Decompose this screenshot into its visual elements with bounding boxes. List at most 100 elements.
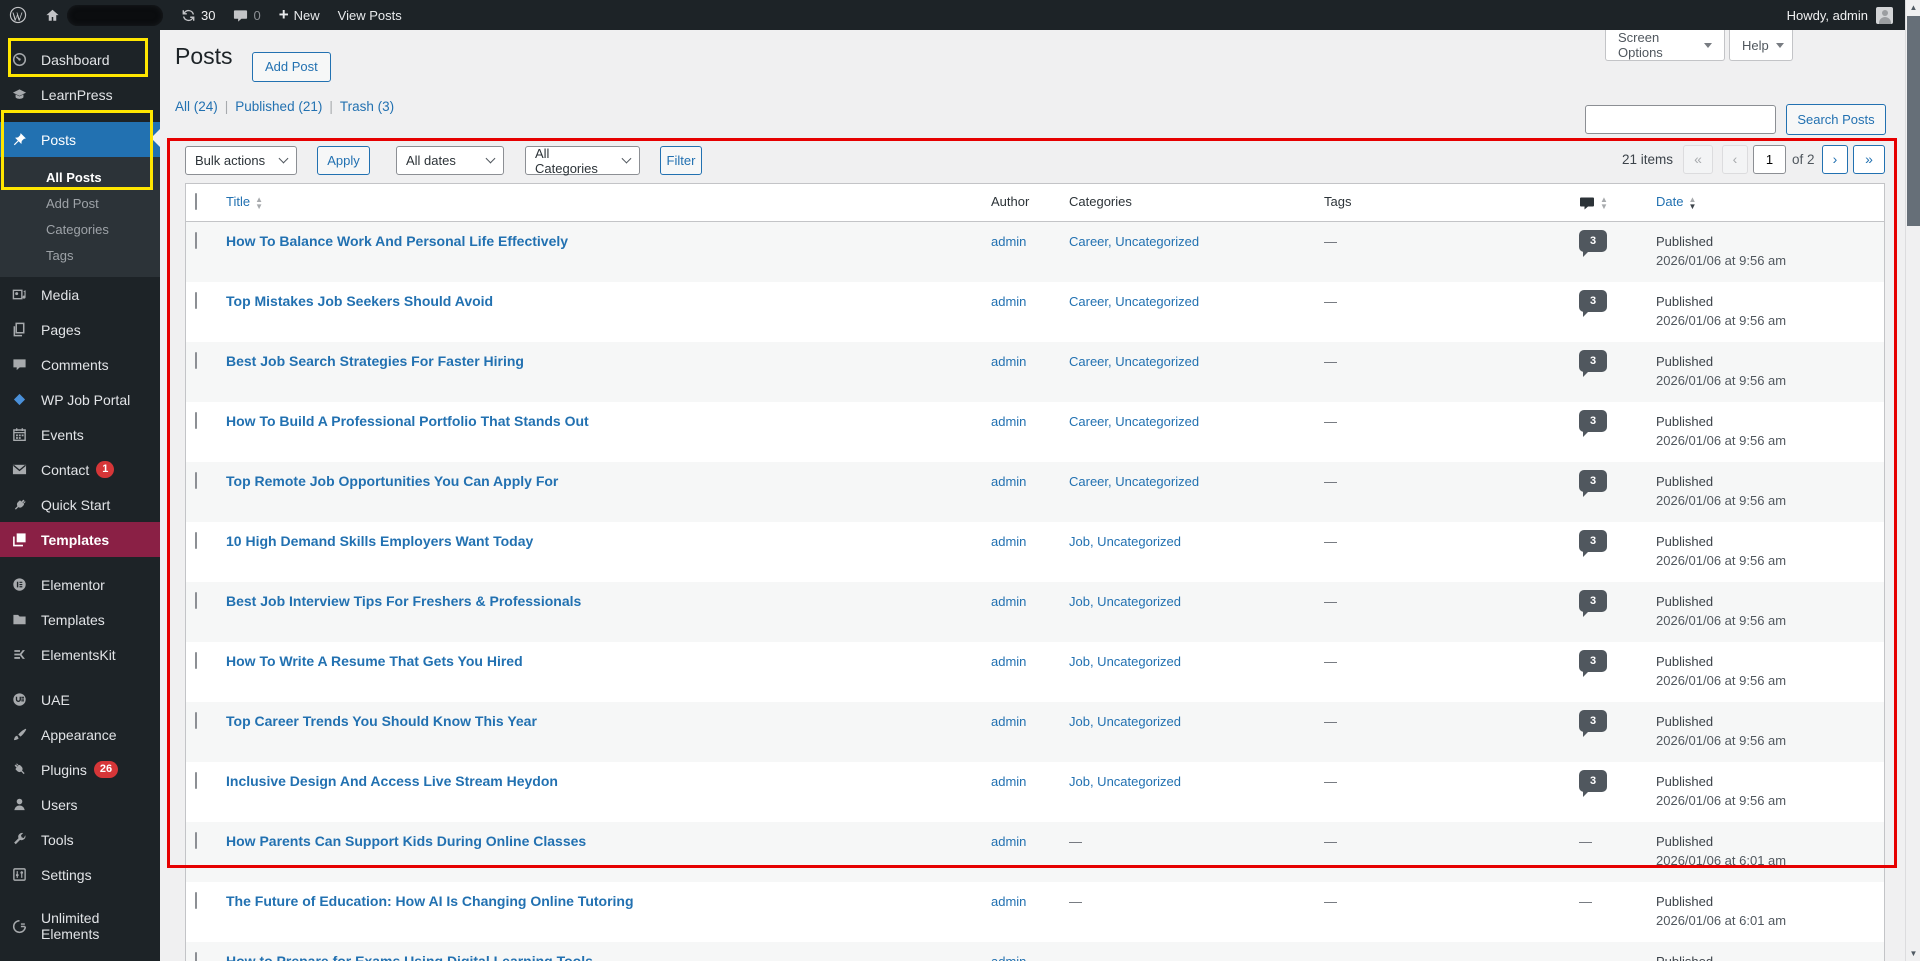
category-link[interactable]: Career, Uncategorized — [1069, 474, 1199, 489]
site-menu[interactable] — [36, 0, 172, 30]
post-title-link[interactable]: How Parents Can Support Kids During Onli… — [226, 833, 586, 849]
author-link[interactable]: admin — [991, 594, 1026, 609]
post-title-link[interactable]: The Future of Education: How AI Is Chang… — [226, 893, 634, 909]
category-link[interactable]: Career, Uncategorized — [1069, 354, 1199, 369]
comment-count-bubble[interactable]: 3 — [1579, 530, 1607, 557]
sidebar-item-elementskit[interactable]: ElementsKit — [0, 637, 160, 672]
row-checkbox[interactable] — [195, 532, 197, 549]
category-link[interactable]: Career, Uncategorized — [1069, 414, 1199, 429]
author-link[interactable]: admin — [991, 234, 1026, 249]
row-checkbox[interactable] — [195, 772, 197, 789]
author-link[interactable]: admin — [991, 414, 1026, 429]
comment-count-bubble[interactable]: 3 — [1579, 710, 1607, 737]
search-posts-button[interactable]: Search Posts — [1786, 104, 1886, 135]
categories-links[interactable]: Job, Uncategorized — [1069, 714, 1181, 729]
category-link[interactable]: Job, Uncategorized — [1069, 714, 1181, 729]
new-content-menu[interactable]: + New — [270, 0, 329, 30]
categories-links[interactable]: Job, Uncategorized — [1069, 534, 1181, 549]
sidebar-item-users[interactable]: Users — [0, 787, 160, 822]
post-title-link[interactable]: Inclusive Design And Access Live Stream … — [226, 773, 558, 789]
category-link[interactable]: Job, Uncategorized — [1069, 594, 1181, 609]
comments-indicator[interactable]: 0 — [224, 0, 269, 30]
sidebar-item-plugins[interactable]: Plugins 26 — [0, 752, 160, 787]
sidebar-item-comments[interactable]: Comments — [0, 347, 160, 382]
categories-links[interactable]: Career, Uncategorized — [1069, 354, 1199, 369]
sidebar-item-settings[interactable]: Settings — [0, 857, 160, 892]
sidebar-item-contact[interactable]: Contact 1 — [0, 452, 160, 487]
post-title-link[interactable]: Top Mistakes Job Seekers Should Avoid — [226, 293, 493, 309]
row-checkbox[interactable] — [195, 472, 197, 489]
dates-filter-select[interactable]: All dates — [396, 146, 504, 175]
apply-button[interactable]: Apply — [317, 146, 370, 175]
author-link[interactable]: admin — [991, 774, 1026, 789]
sidebar-item-appearance[interactable]: Appearance — [0, 717, 160, 752]
comment-count-bubble[interactable]: 3 — [1579, 350, 1607, 377]
categories-links[interactable]: Job, Uncategorized — [1069, 594, 1181, 609]
row-checkbox[interactable] — [195, 592, 197, 609]
categories-filter-select[interactable]: All Categories — [525, 146, 640, 176]
post-title-link[interactable]: Best Job Interview Tips For Freshers & P… — [226, 593, 581, 609]
sort-by-title[interactable]: Title — [226, 194, 250, 209]
sidebar-item-media[interactable]: Media — [0, 277, 160, 312]
sidebar-item-unlimited-elements[interactable]: Unlimited Elements — [0, 902, 160, 950]
categories-links[interactable]: Career, Uncategorized — [1069, 234, 1199, 249]
sidebar-item-templates[interactable]: Templates — [0, 522, 160, 557]
comment-count-bubble[interactable]: 3 — [1579, 770, 1607, 797]
post-title-link[interactable]: 10 High Demand Skills Employers Want Tod… — [226, 533, 533, 549]
pagination-last-button[interactable]: » — [1853, 145, 1885, 174]
post-title-link[interactable]: How To Balance Work And Personal Life Ef… — [226, 233, 568, 249]
sidebar-item-learnpress[interactable]: LearnPress — [0, 77, 160, 112]
sidebar-item-partial-bottom[interactable] — [0, 950, 160, 961]
categories-links[interactable]: Job, Uncategorized — [1069, 774, 1181, 789]
row-checkbox[interactable] — [195, 892, 197, 909]
row-checkbox[interactable] — [195, 352, 197, 369]
view-all-link[interactable]: All (24) — [175, 99, 218, 114]
author-link[interactable]: admin — [991, 294, 1026, 309]
categories-links[interactable]: Career, Uncategorized — [1069, 414, 1199, 429]
sidebar-item-posts[interactable]: Posts — [0, 122, 160, 157]
post-title-link[interactable]: How To Write A Resume That Gets You Hire… — [226, 653, 523, 669]
scroll-down-arrow[interactable]: ▼ — [1906, 946, 1920, 961]
categories-links[interactable]: Career, Uncategorized — [1069, 474, 1199, 489]
category-link[interactable]: Job, Uncategorized — [1069, 654, 1181, 669]
sidebar-item-events[interactable]: Events — [0, 417, 160, 452]
updates-indicator[interactable]: 30 — [172, 0, 224, 30]
help-button[interactable]: Help — [1729, 30, 1793, 61]
search-input[interactable] — [1585, 105, 1776, 134]
sort-by-comments[interactable]: ▲ ▼ — [1579, 194, 1608, 211]
select-all-checkbox[interactable] — [195, 193, 197, 210]
comment-count-bubble[interactable]: 3 — [1579, 230, 1607, 257]
view-published-link[interactable]: Published (21) — [235, 99, 322, 114]
category-link[interactable]: Career, Uncategorized — [1069, 294, 1199, 309]
pagination-first-button[interactable]: « — [1683, 145, 1713, 174]
add-post-button[interactable]: Add Post — [252, 52, 331, 82]
sidebar-item-quick-start[interactable]: Quick Start — [0, 487, 160, 522]
sidebar-item-dashboard[interactable]: Dashboard — [0, 42, 160, 77]
comment-count-bubble[interactable]: 3 — [1579, 650, 1607, 677]
category-link[interactable]: Job, Uncategorized — [1069, 774, 1181, 789]
author-link[interactable]: admin — [991, 534, 1026, 549]
categories-links[interactable]: Job, Uncategorized — [1069, 654, 1181, 669]
categories-links[interactable]: Career, Uncategorized — [1069, 294, 1199, 309]
sidebar-item-pages[interactable]: Pages — [0, 312, 160, 347]
author-link[interactable]: admin — [991, 714, 1026, 729]
view-posts-link[interactable]: View Posts — [329, 0, 411, 30]
sort-by-date[interactable]: Date — [1656, 194, 1683, 209]
account-menu[interactable]: Howdy, admin — [1787, 6, 1905, 24]
comment-count-bubble[interactable]: 3 — [1579, 470, 1607, 497]
sidebar-item-elementor[interactable]: Elementor — [0, 567, 160, 602]
author-link[interactable]: admin — [991, 654, 1026, 669]
post-title-link[interactable]: Top Career Trends You Should Know This Y… — [226, 713, 537, 729]
screen-options-button[interactable]: Screen Options — [1605, 30, 1725, 61]
comment-count-bubble[interactable]: 3 — [1579, 590, 1607, 617]
scroll-up-arrow[interactable]: ▲ — [1906, 0, 1920, 15]
scrollbar-thumb[interactable] — [1907, 16, 1920, 226]
bulk-actions-select[interactable]: Bulk actions — [185, 146, 297, 175]
view-trash-link[interactable]: Trash (3) — [340, 99, 394, 114]
sidebar-subitem-add-post[interactable]: Add Post — [0, 191, 160, 217]
row-checkbox[interactable] — [195, 952, 197, 961]
comment-count-bubble[interactable]: 3 — [1579, 410, 1607, 437]
author-link[interactable]: admin — [991, 834, 1026, 849]
sidebar-subitem-categories[interactable]: Categories — [0, 217, 160, 243]
sidebar-item-uae[interactable]: UAE — [0, 682, 160, 717]
